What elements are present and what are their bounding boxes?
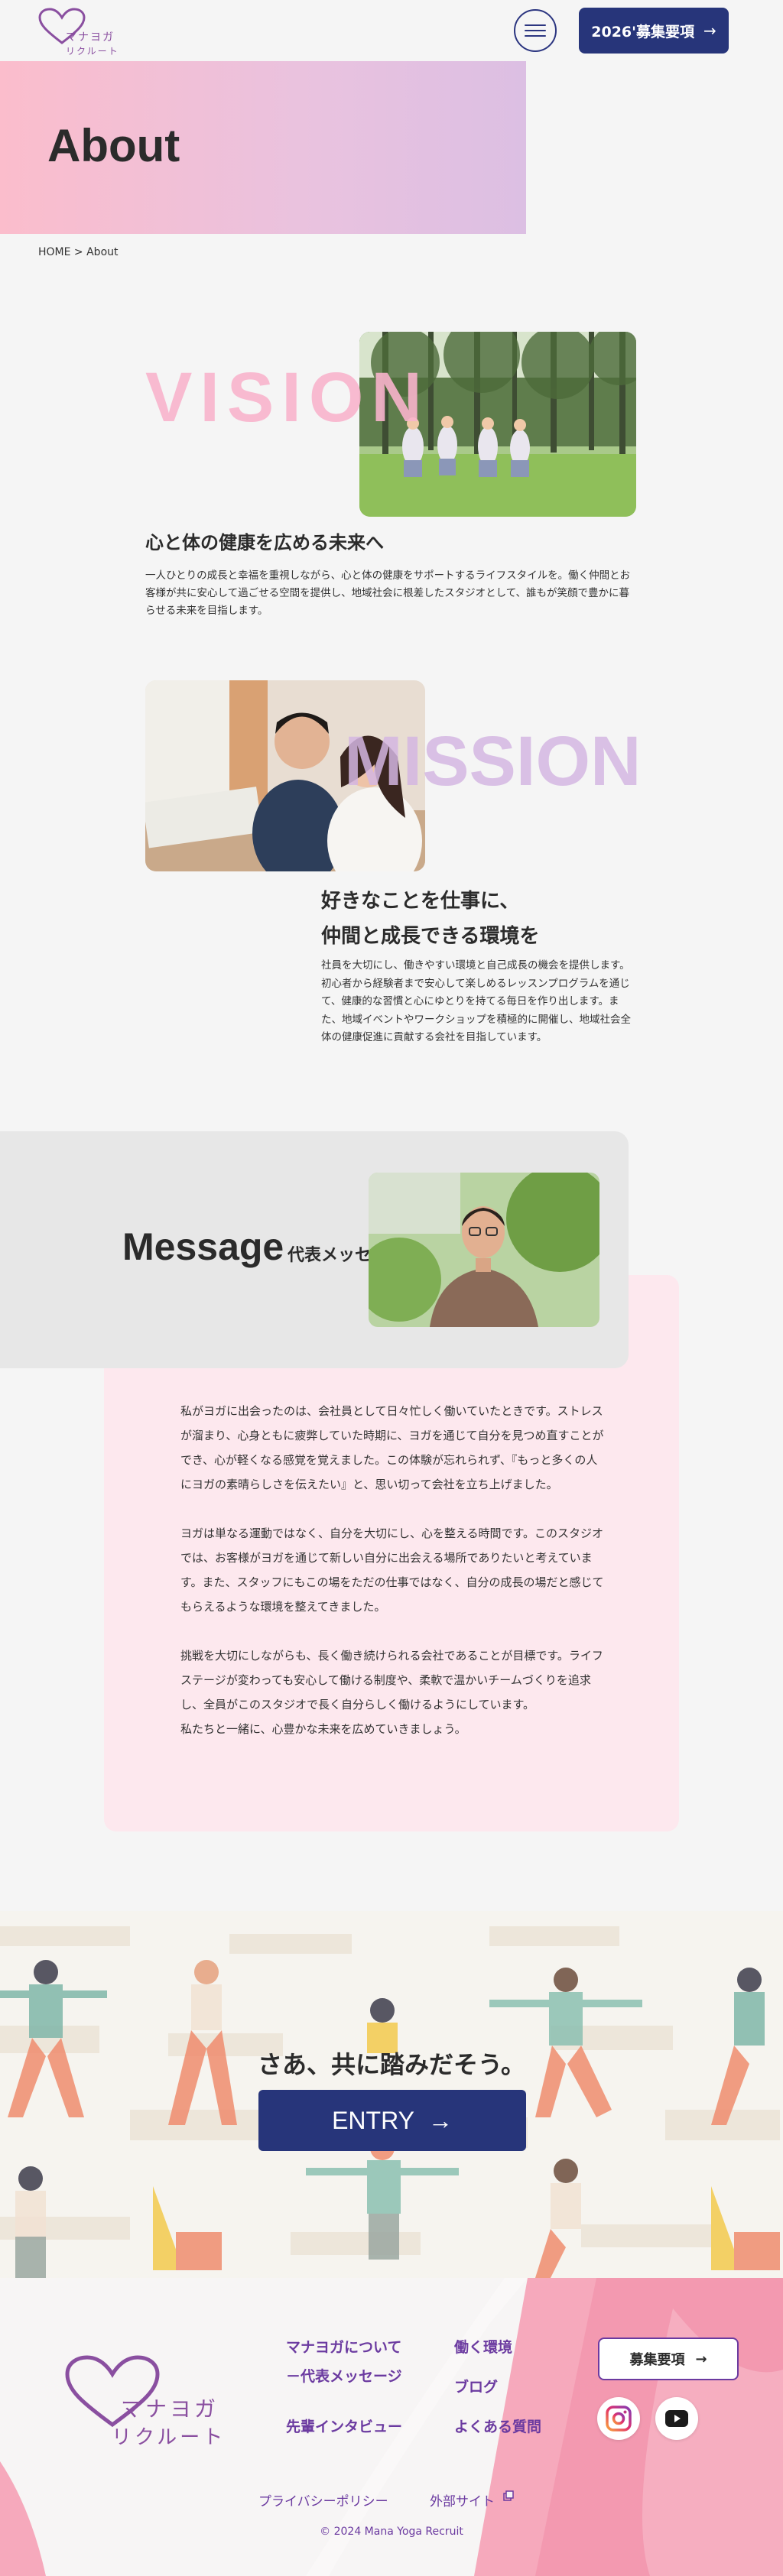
hamburger-menu-icon	[525, 24, 546, 26]
vision-title: 心と体の健康を広める未来へ	[145, 532, 384, 553]
footer-recruit-button[interactable]: 募集要項 →	[598, 2338, 739, 2380]
message-closing: 私たちと一緒に、心豊かな未来を広めていきましょう。	[180, 1722, 466, 1736]
mission-title-line2: 仲間と成長できる環境を	[321, 925, 540, 948]
youtube-icon	[665, 2410, 688, 2427]
mission-body-text: 社員を大切にし、働きやすい環境と自己成長の機会を提供します。 初心者から経験者ま…	[321, 957, 635, 1047]
ceo-photo	[369, 1173, 599, 1327]
footer-recruit-label: 募集要項	[629, 2352, 685, 2368]
logo-text-line1: マナヨガ	[66, 31, 115, 44]
logo-text-line2: リクルート	[66, 46, 119, 57]
page-hero: About	[0, 61, 526, 234]
footer-link-about[interactable]: マナヨガについて	[286, 2336, 401, 2357]
recruit-info-button[interactable]: 2026'募集要項 →	[579, 8, 729, 54]
message-paragraph-3: 挑戦を大切にしながらも、長く働き続けられる会社であることが目標です。ライフステー…	[180, 1649, 603, 1711]
mission-title: 好きなことを仕事に、 仲間と成長できる環境を	[321, 884, 539, 954]
hamburger-line	[525, 35, 546, 37]
entry-heading: さあ、共に踏みだそう。	[257, 2050, 526, 2079]
arrow-right-icon: →	[695, 2351, 707, 2367]
arrow-right-icon: →	[427, 2106, 453, 2134]
footer-link-interview[interactable]: 先輩インタビュー	[286, 2415, 402, 2436]
instagram-icon	[606, 2406, 632, 2432]
footer-link-faq[interactable]: よくある質問	[454, 2415, 541, 2436]
vision-heading-word: VISION	[145, 358, 430, 436]
copyright: © 2024 Mana Yoga Recruit	[320, 2526, 463, 2538]
recruit-info-label: 2026'募集要項	[591, 23, 694, 41]
message-title: Message	[122, 1225, 284, 1268]
footer-link-ceo-message[interactable]: －代表メッセージ	[286, 2365, 402, 2386]
message-body-text: 私がヨガに出会ったのは、会社員として日々忙しく働いていたときです。ストレスが溜ま…	[180, 1399, 609, 1741]
footer-logo-text-line1: マナヨガ	[121, 2396, 219, 2422]
mission-title-line1: 好きなことを仕事に、	[321, 890, 520, 913]
youtube-link[interactable]	[655, 2397, 698, 2440]
vision-body-text: 一人ひとりの成長と幸福を重視しながら、心と体の健康をサポートするライフスタイルを…	[145, 569, 631, 617]
page-title: About	[47, 120, 180, 171]
footer-link-environment[interactable]: 働く環境	[454, 2336, 512, 2357]
breadcrumb: HOME > About	[38, 246, 119, 258]
hamburger-menu-button[interactable]	[514, 9, 557, 52]
footer-logo-text-line2: リクルート	[112, 2426, 226, 2449]
hamburger-line	[525, 30, 546, 31]
arrow-right-icon: →	[703, 21, 716, 40]
external-site-label: 外部サイト	[430, 2494, 495, 2509]
instagram-link[interactable]	[597, 2397, 640, 2440]
external-site-link[interactable]: 外部サイト	[430, 2490, 515, 2509]
site-logo[interactable]: マナヨガ リクルート	[37, 8, 128, 58]
entry-button[interactable]: ENTRY →	[258, 2090, 526, 2151]
privacy-policy-link[interactable]: プライバシーポリシー	[258, 2490, 388, 2509]
message-paragraph-1: 私がヨガに出会ったのは、会社員として日々忙しく働いていたときです。ストレスが溜ま…	[180, 1404, 604, 1491]
mission-body-p1: 社員を大切にし、働きやすい環境と自己成長の機会を提供します。	[321, 959, 630, 972]
entry-button-label: ENTRY	[332, 2106, 414, 2134]
footer-link-blog[interactable]: ブログ	[454, 2376, 498, 2396]
mission-heading-word: MISSION	[344, 722, 642, 800]
external-link-icon	[503, 2490, 515, 2501]
message-paragraph-2: ヨガは単なる運動ではなく、自分を大切にし、心を整える時間です。このスタジオでは、…	[180, 1526, 604, 1614]
mission-body-p2: 初心者から経験者まで安心して楽しめるレッスンプログラムを通じて、健康的な習慣と心…	[321, 977, 631, 1044]
